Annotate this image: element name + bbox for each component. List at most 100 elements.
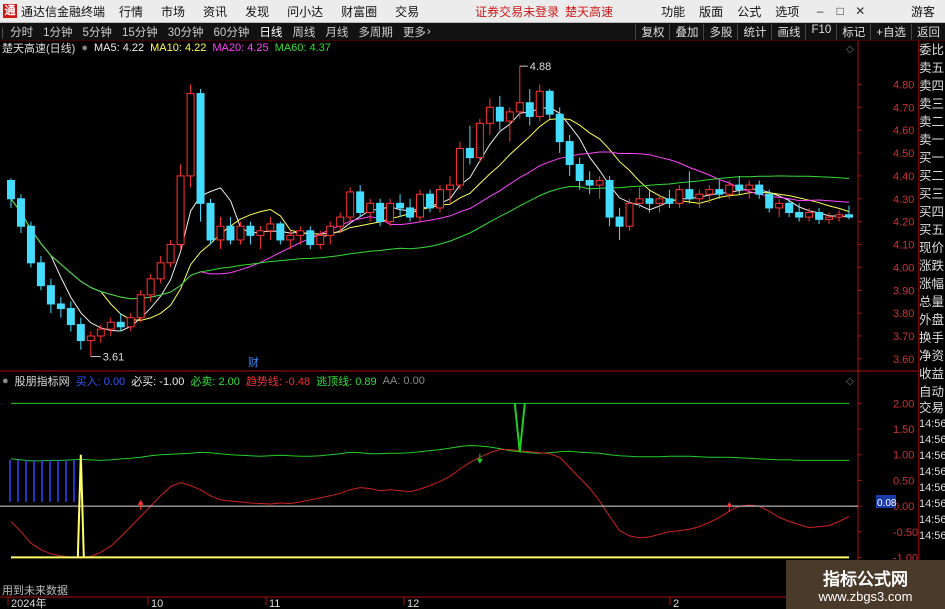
candle-body xyxy=(226,225,235,241)
ma20-line xyxy=(10,151,850,300)
candle-body xyxy=(86,335,95,342)
ma20-label: MA20: 4.25 xyxy=(212,42,269,54)
candle-body xyxy=(26,225,35,264)
candle-body xyxy=(296,230,305,236)
tick-row[interactable]: 自动 xyxy=(919,384,945,400)
tick-row[interactable]: 14:56 xyxy=(919,432,945,448)
candle-body xyxy=(306,230,315,246)
quote-row[interactable]: 净资 xyxy=(919,347,945,365)
event-marker-label: 财 xyxy=(248,355,259,369)
y-tick-label: 3.70 xyxy=(893,331,914,343)
quote-row[interactable]: 涨幅 xyxy=(919,275,945,293)
tick-row[interactable]: 交易 xyxy=(919,400,945,416)
candle-body xyxy=(346,191,355,218)
candle-body xyxy=(246,225,255,236)
candle-body xyxy=(455,147,464,186)
candle-body xyxy=(336,216,345,227)
quote-row[interactable]: 买五 xyxy=(919,221,945,239)
tick-row[interactable]: 14:56 xyxy=(919,464,945,480)
candle-body xyxy=(565,141,574,165)
candle-body xyxy=(96,328,105,337)
quote-row[interactable]: 卖四 xyxy=(919,77,945,95)
indicator-settings-icon[interactable]: ● xyxy=(2,375,9,387)
x-tick-label: 2 xyxy=(673,598,679,609)
candle-body xyxy=(785,202,794,213)
candle-body xyxy=(146,278,155,296)
candle-body xyxy=(46,285,55,305)
quote-row[interactable]: 委比 xyxy=(919,41,945,59)
candle-body xyxy=(615,216,624,227)
indicator-y-tick-label: 1.50 xyxy=(893,424,914,436)
candle-body xyxy=(435,189,444,209)
candle-body xyxy=(805,212,814,218)
future-data-note: 用到未来数据 xyxy=(2,585,68,597)
quote-row[interactable]: 现价 xyxy=(919,239,945,257)
y-tick-label: 4.10 xyxy=(893,240,914,252)
candle-body xyxy=(725,184,734,195)
y-tick-label: 4.80 xyxy=(893,79,914,91)
quote-row[interactable]: 卖二 xyxy=(919,113,945,131)
candle-body xyxy=(755,184,764,195)
quote-row[interactable]: 换手 xyxy=(919,329,945,347)
collapse-icon: ◇ xyxy=(846,44,854,55)
indicator-line xyxy=(10,449,850,558)
candle-body xyxy=(525,102,534,117)
candle-body xyxy=(505,111,514,122)
trend-label: 趋势线: -0.48 xyxy=(245,376,311,388)
quote-row[interactable]: 卖五 xyxy=(919,59,945,77)
y-tick-label: 4.30 xyxy=(893,194,914,206)
candle-body xyxy=(585,179,594,186)
tick-row[interactable]: 14:56 xyxy=(919,480,945,496)
candle-body xyxy=(236,225,245,241)
x-tick-label: 10 xyxy=(151,598,163,609)
ma5-label: MA5: 4.22 xyxy=(93,42,145,54)
candle-body xyxy=(16,198,25,227)
candle-body xyxy=(715,189,724,195)
candle-body xyxy=(156,262,165,280)
must-sell-label: 必卖: 2.00 xyxy=(190,376,240,388)
candle-body xyxy=(196,93,205,204)
quote-row[interactable]: 买一 xyxy=(919,149,945,167)
indicator-y-tick-label: 2.00 xyxy=(893,398,914,410)
candle-body xyxy=(136,294,145,319)
tick-row[interactable]: 14:56 xyxy=(919,448,945,464)
candle-body xyxy=(316,234,325,246)
y-tick-label: 4.40 xyxy=(893,171,914,183)
candle-body xyxy=(815,212,824,220)
quote-row[interactable]: 买四 xyxy=(919,203,945,221)
indicator-name[interactable]: 股朋指标网 xyxy=(15,373,70,389)
quote-row[interactable]: 涨跌 xyxy=(919,257,945,275)
candle-body xyxy=(635,198,644,204)
quote-row[interactable]: 收益 xyxy=(919,365,945,383)
must-buy-label: 必买: -1.00 xyxy=(131,376,185,388)
chart-canvas[interactable]: 4.80 4.70 4.60 4.50 4.40 4.30 4.20 4.10 4.00 3.90… xyxy=(0,0,945,609)
quote-row[interactable]: 卖一 xyxy=(919,131,945,149)
tick-row[interactable]: 14:56 xyxy=(919,416,945,432)
candle-body xyxy=(406,207,415,218)
buy-label: 买入: 0.00 xyxy=(75,376,126,388)
tick-row[interactable]: 14:56 xyxy=(919,496,945,512)
candle-body xyxy=(465,147,474,159)
main-chart-legend: 楚天高速(日线) ● MA5: 4.22 MA10: 4.22 MA20: 4.… xyxy=(0,41,337,55)
candle-body xyxy=(7,179,15,200)
indicator-line xyxy=(10,444,849,462)
watermark-title: 指标公式网 xyxy=(823,570,908,589)
aa-label: AA: 0.00 xyxy=(382,375,425,387)
quote-row[interactable]: 外盘 xyxy=(919,311,945,329)
candle-body xyxy=(675,189,684,204)
sell-arrow-icon xyxy=(476,458,483,464)
quote-row[interactable]: 总量 xyxy=(919,293,945,311)
settings-icon[interactable]: ● xyxy=(81,42,88,54)
quote-row[interactable]: 买二 xyxy=(919,167,945,185)
quote-row[interactable]: 卖三 xyxy=(919,95,945,113)
tick-row[interactable]: 14:56 xyxy=(919,528,945,544)
candle-body xyxy=(825,216,834,220)
tick-row[interactable]: 14:56 xyxy=(919,512,945,528)
cursor-value-text: 0.08 xyxy=(877,498,897,509)
quote-row[interactable]: 买三 xyxy=(919,185,945,203)
quote-panel: 委比 卖五 卖四 卖三 卖二 卖一 买一 买二 买三 买四 买五 现价 涨跌 涨幅 总量 外盘 换手 净资 收益 自… xyxy=(918,41,945,609)
buy-arrow-icon xyxy=(137,499,144,505)
candle-body xyxy=(575,163,584,181)
candle-body xyxy=(396,202,405,209)
candle-body xyxy=(485,106,494,124)
